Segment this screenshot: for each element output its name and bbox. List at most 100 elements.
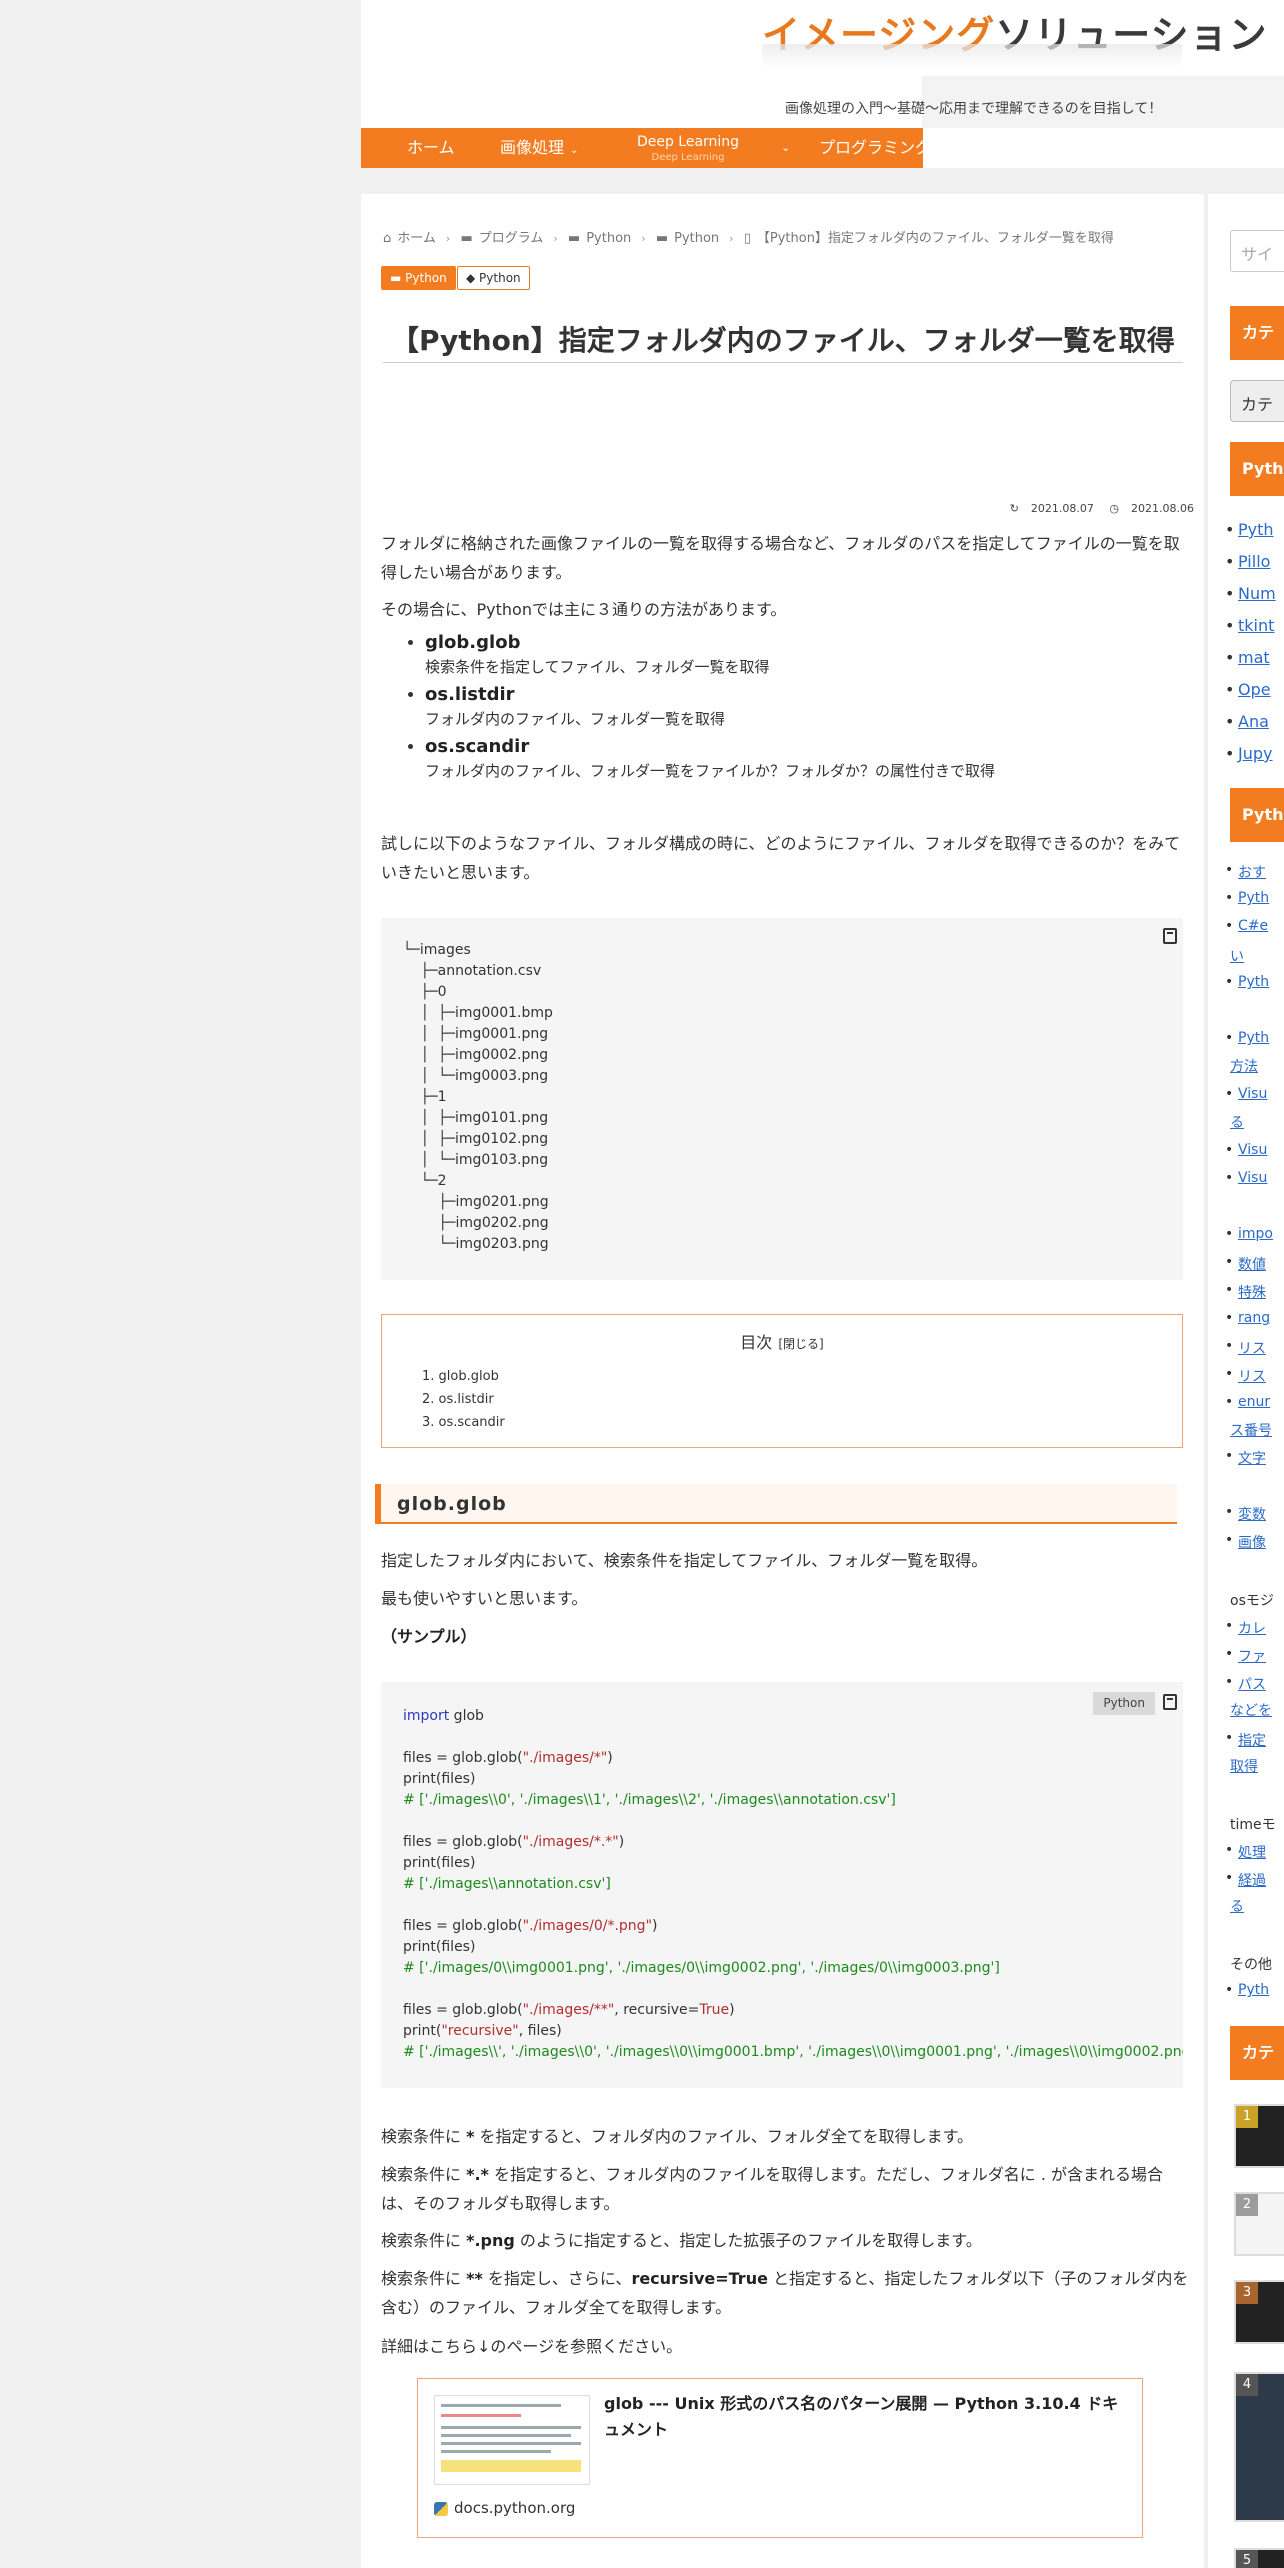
- sidebar-link[interactable]: リス: [1225, 1338, 1266, 1358]
- copy-icon[interactable]: [1163, 1694, 1177, 1710]
- breadcrumb-python-1[interactable]: Python: [586, 231, 631, 246]
- rank-number: 5: [1236, 2550, 1258, 2568]
- toc-list: glob.glob os.listdir os.scandir: [422, 1365, 505, 1434]
- search-input[interactable]: サイ: [1230, 230, 1284, 272]
- link-card-thumbnail: [434, 2395, 590, 2485]
- sidebar-link[interactable]: impo: [1225, 1226, 1273, 1242]
- ranking-thumbnail[interactable]: 2: [1234, 2192, 1284, 2256]
- sidebar-link[interactable]: 処理: [1225, 1842, 1266, 1862]
- ranking-thumbnail[interactable]: 5: [1234, 2548, 1284, 2568]
- nav-word-excel-label: Word/Excel: [1099, 138, 1188, 157]
- explanation-2: 検索条件に *.* を指定すると、フォルダ内のファイルを取得します。ただし、フォ…: [381, 2160, 1189, 2218]
- sidebar-link[interactable]: rang: [1225, 1310, 1270, 1326]
- nav-programming[interactable]: プログラミング ⌄: [819, 128, 945, 168]
- ranking-thumbnail[interactable]: 4: [1234, 2372, 1284, 2522]
- breadcrumb-home[interactable]: ホーム: [397, 231, 436, 246]
- link-card[interactable]: glob --- Unix 形式のパス名のパターン展開 — Python 3.1…: [417, 2378, 1143, 2538]
- breadcrumb-program[interactable]: プログラム: [479, 231, 544, 246]
- sidebar-link[interactable]: 画像: [1225, 1532, 1266, 1552]
- sidebar-link[interactable]: る: [1230, 1896, 1244, 1916]
- sidebar-link[interactable]: 数値: [1225, 1254, 1266, 1274]
- toc-item-listdir[interactable]: os.listdir: [422, 1388, 505, 1411]
- method-desc: フォルダ内のファイル、フォルダ一覧をファイルか？フォルダか？の属性付きで取得: [425, 762, 996, 780]
- toc-header: 目次 [閉じる]: [382, 1329, 1182, 1353]
- nav-reference[interactable]: 参考文献: [1228, 128, 1284, 168]
- explanation-3: 検索条件に *.png のように指定すると、指定した拡張子のファイルを取得します…: [381, 2226, 1189, 2255]
- code-token: "./images/*": [522, 1750, 608, 1766]
- logo-reflection: [762, 44, 1182, 68]
- code-token: , files): [518, 2023, 562, 2039]
- sidebar-link[interactable]: ファ: [1225, 1646, 1266, 1666]
- category-select[interactable]: カテ: [1230, 380, 1284, 422]
- chevron-down-icon: ⌄: [1060, 145, 1069, 156]
- sidebar-link[interactable]: 特殊: [1225, 1282, 1266, 1302]
- toc-item-scandir[interactable]: os.scandir: [422, 1411, 505, 1434]
- sidebar-link[interactable]: い: [1230, 946, 1244, 966]
- nav-word-excel[interactable]: Word/Excel ⌄: [1099, 128, 1202, 168]
- sidebar-link[interactable]: Pyth: [1225, 1030, 1269, 1046]
- sidebar-link[interactable]: Pyth: [1225, 974, 1269, 990]
- sidebar-link[interactable]: tkint: [1225, 616, 1275, 635]
- sidebar-link[interactable]: 取得: [1230, 1756, 1258, 1776]
- folder-icon: ▬: [567, 231, 581, 246]
- tag-badge[interactable]: ◆ Python: [457, 266, 530, 290]
- code-token: ): [729, 2002, 735, 2018]
- sidebar-link[interactable]: 文字: [1225, 1448, 1266, 1468]
- sidebar-link[interactable]: Pyth: [1225, 890, 1269, 906]
- sidebar-heading-python: Pyth: [1230, 442, 1284, 496]
- nav-math[interactable]: 使える数学 ⌄: [975, 128, 1069, 168]
- nav-image-processing-label: 画像処理: [500, 138, 565, 157]
- nav-deep-learning[interactable]: Deep Learning Deep Learning: [623, 134, 753, 163]
- sidebar-link[interactable]: Pyth: [1225, 1982, 1269, 1998]
- sidebar-link[interactable]: Pillo: [1225, 552, 1271, 571]
- sidebar-link[interactable]: Visu: [1225, 1142, 1267, 1158]
- main-nav: ホーム 画像処理 ⌄ Deep Learning Deep Learning ⌄ …: [361, 128, 1284, 168]
- code-token: print(files): [403, 1855, 476, 1871]
- thumb-line: [441, 2442, 581, 2445]
- ranking-thumbnail[interactable]: 1: [1234, 2104, 1284, 2168]
- sidebar-link[interactable]: Visu: [1225, 1086, 1267, 1102]
- code-token: ): [618, 1834, 625, 1850]
- toc-title: 目次: [740, 1333, 773, 1352]
- link-card-title[interactable]: glob --- Unix 形式のパス名のパターン展開 — Python 3.1…: [604, 2391, 1124, 2443]
- sidebar-link[interactable]: カレ: [1225, 1618, 1266, 1638]
- sidebar-link[interactable]: る: [1230, 1112, 1244, 1132]
- sidebar-link[interactable]: Pyth: [1225, 520, 1273, 539]
- nav-home[interactable]: ホーム: [407, 128, 455, 168]
- sidebar-link[interactable]: 方法: [1230, 1056, 1258, 1076]
- sidebar-heading-ranking: カテ: [1230, 2026, 1284, 2080]
- sidebar-link[interactable]: パス: [1225, 1674, 1266, 1694]
- post-dates: ↻ 2021.08.07 ◷ 2021.08.06: [998, 502, 1194, 515]
- sidebar-link[interactable]: C#e: [1225, 918, 1268, 934]
- nav-image-processing[interactable]: 画像処理 ⌄: [500, 128, 578, 168]
- toc-item-glob[interactable]: glob.glob: [422, 1365, 505, 1388]
- sidebar-link[interactable]: Ope: [1225, 680, 1270, 699]
- sidebar-link[interactable]: Ana: [1225, 712, 1269, 731]
- sidebar-link[interactable]: リス: [1225, 1366, 1266, 1386]
- sidebar-link[interactable]: おす: [1225, 862, 1266, 882]
- toc-close-button[interactable]: [閉じる]: [778, 1337, 823, 1351]
- sidebar-link[interactable]: ス番号: [1230, 1420, 1272, 1440]
- method-name: os.scandir: [425, 736, 530, 757]
- page-title: 【Python】指定フォルダ内のファイル、フォルダ一覧を取得: [383, 322, 1183, 363]
- sidebar-link[interactable]: 変数: [1225, 1504, 1266, 1524]
- nav-deep-learning-sub: Deep Learning: [651, 152, 725, 163]
- intro-paragraph-2: その場合に、Pythonでは主に３通りの方法があります。: [381, 600, 787, 619]
- sidebar-link[interactable]: Visu: [1225, 1170, 1267, 1186]
- sidebar-link[interactable]: mat: [1225, 648, 1270, 667]
- breadcrumb-python-2[interactable]: Python: [674, 231, 719, 246]
- sidebar-link[interactable]: Num: [1225, 584, 1276, 603]
- copy-icon[interactable]: [1163, 928, 1177, 944]
- sidebar-link[interactable]: enur: [1225, 1394, 1270, 1410]
- sidebar-link[interactable]: 指定: [1225, 1730, 1266, 1750]
- code-token: , recursive=: [614, 2002, 700, 2018]
- home-icon: ⌂: [383, 231, 392, 246]
- text-run: 検索条件に: [381, 2231, 467, 2250]
- sidebar-os-label: osモジ: [1230, 1593, 1274, 1609]
- rank-number: 2: [1236, 2194, 1258, 2216]
- sidebar-link[interactable]: Jupy: [1225, 744, 1273, 763]
- sidebar-link[interactable]: 経過: [1225, 1870, 1266, 1890]
- ranking-thumbnail[interactable]: 3: [1234, 2280, 1284, 2344]
- sidebar-link[interactable]: などを: [1230, 1700, 1272, 1720]
- category-badge[interactable]: ▬ Python: [381, 266, 456, 290]
